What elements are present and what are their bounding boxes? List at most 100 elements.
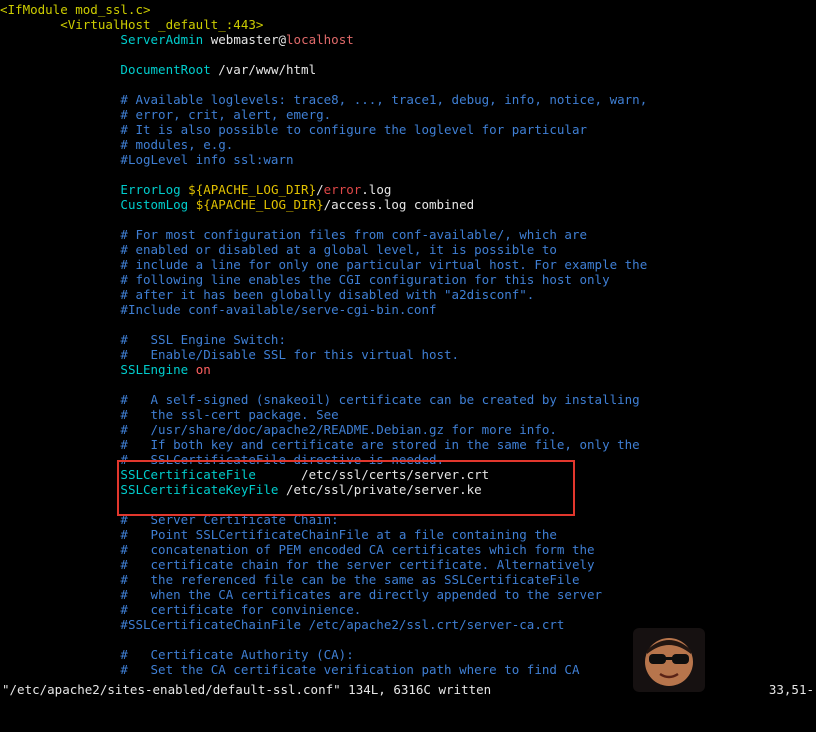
code-token: /etc/ssl/private/server.ke	[278, 482, 482, 497]
code-line: ErrorLog ${APACHE_LOG_DIR}/error.log	[0, 182, 816, 197]
code-token: on	[195, 362, 211, 377]
code-line: # following line enables the CGI configu…	[0, 272, 816, 287]
code-token: /access.log combined	[323, 197, 475, 212]
code-token: # It is also possible to configure the l…	[120, 122, 588, 137]
code-line: # certificate for convinience.	[0, 602, 816, 617]
code-token: #LogLevel info ssl:warn	[120, 152, 294, 167]
code-token: # For most configuration files from conf…	[120, 227, 588, 242]
code-token: DocumentRoot	[120, 62, 211, 77]
code-line: #Include conf-available/serve-cgi-bin.co…	[0, 302, 816, 317]
code-line: # modules, e.g.	[0, 137, 816, 152]
code-token: # error, crit, alert, emerg.	[120, 107, 332, 122]
code-line: <IfModule mod_ssl.c>	[0, 2, 816, 17]
code-token: CustomLog	[120, 197, 189, 212]
code-token: ErrorLog	[120, 182, 181, 197]
code-line: # Server Certificate Chain:	[0, 512, 816, 527]
vim-editor-buffer[interactable]: <IfModule mod_ssl.c> <VirtualHost _defau…	[0, 2, 816, 677]
code-token: # Certificate Authority (CA):	[120, 647, 354, 662]
code-line: # the referenced file can be the same as…	[0, 572, 816, 587]
code-token: # certificate for convinience.	[120, 602, 362, 617]
code-token: # following line enables the CGI configu…	[120, 272, 610, 287]
code-line: DocumentRoot /var/www/html	[0, 62, 816, 77]
code-token: # Point SSLCertificateChainFile at a fil…	[120, 527, 557, 542]
code-token: #SSLCertificateChainFile /etc/apache2/ss…	[120, 617, 565, 632]
code-token: /var/www/html	[210, 62, 317, 77]
code-line: SSLCertificateKeyFile /etc/ssl/private/s…	[0, 482, 816, 497]
code-line: # error, crit, alert, emerg.	[0, 107, 816, 122]
vim-status-line: "/etc/apache2/sites-enabled/default-ssl.…	[0, 681, 816, 698]
code-token: localhost	[286, 32, 354, 47]
code-token: /	[316, 182, 324, 197]
code-token: # Server Certificate Chain:	[120, 512, 339, 527]
cursor-position: 33,51-	[768, 682, 814, 697]
code-line: SSLEngine on	[0, 362, 816, 377]
code-line: # SSL Engine Switch:	[0, 332, 816, 347]
code-token: ${APACHE_LOG_DIR}	[195, 197, 324, 212]
code-token: SSLEngine	[120, 362, 189, 377]
code-line: # concatenation of PEM encoded CA certif…	[0, 542, 816, 557]
code-line: # when the CA certificates are directly …	[0, 587, 816, 602]
code-token: .log	[361, 182, 392, 197]
status-message: "/etc/apache2/sites-enabled/default-ssl.…	[2, 682, 492, 697]
code-token: # when the CA certificates are directly …	[120, 587, 603, 602]
code-token: # /usr/share/doc/apache2/README.Debian.g…	[120, 422, 557, 437]
code-token: # SSL Engine Switch:	[120, 332, 286, 347]
code-line: # enabled or disabled at a global level,…	[0, 242, 816, 257]
code-line: # Enable/Disable SSL for this virtual ho…	[0, 347, 816, 362]
code-line: CustomLog ${APACHE_LOG_DIR}/access.log c…	[0, 197, 816, 212]
code-token: /etc/ssl/certs/server.crt	[255, 467, 490, 482]
code-line: # Available loglevels: trace8, ..., trac…	[0, 92, 816, 107]
code-token: ${APACHE_LOG_DIR}	[188, 182, 317, 197]
code-token: webmaster@	[203, 32, 287, 47]
code-token: # modules, e.g.	[120, 137, 234, 152]
code-line: # A self-signed (snakeoil) certificate c…	[0, 392, 816, 407]
text-cursor: y	[481, 482, 490, 497]
code-line: # Point SSLCertificateChainFile at a fil…	[0, 527, 816, 542]
code-token: # A self-signed (snakeoil) certificate c…	[120, 392, 640, 407]
code-token: <IfModule mod_ssl.c>	[0, 2, 151, 17]
code-line: # include a line for only one particular…	[0, 257, 816, 272]
code-line: SSLCertificateFile /etc/ssl/certs/server…	[0, 467, 816, 482]
code-token: <VirtualHost _default_:443>	[60, 17, 264, 32]
code-line: # If both key and certificate are stored…	[0, 437, 816, 452]
code-token: #Include conf-available/serve-cgi-bin.co…	[120, 302, 437, 317]
code-line: ServerAdmin webmaster@localhost	[0, 32, 816, 47]
code-token: # Available loglevels: trace8, ..., trac…	[120, 92, 648, 107]
code-line: <VirtualHost _default_:443>	[0, 17, 816, 32]
code-token: # the ssl-cert package. See	[120, 407, 339, 422]
